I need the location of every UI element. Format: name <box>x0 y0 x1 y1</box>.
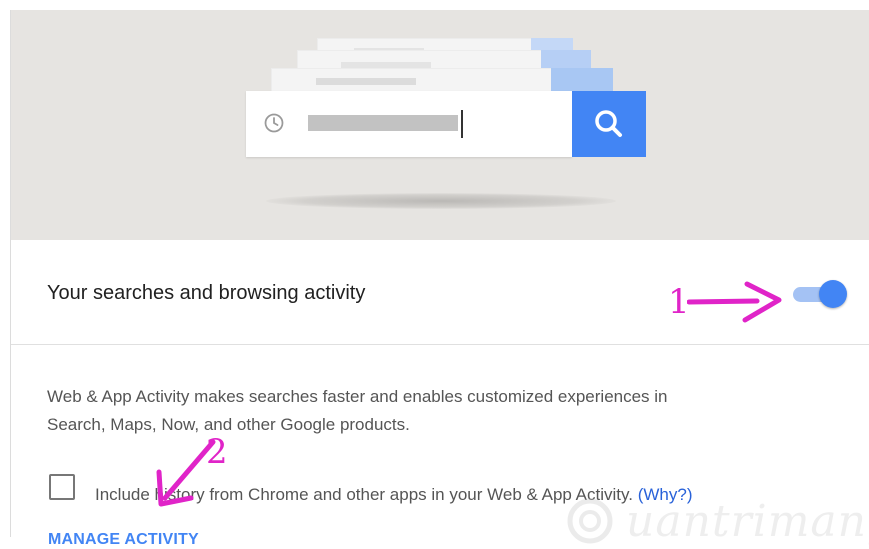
watermark-text: uantrimang <box>626 496 869 547</box>
activity-toggle[interactable] <box>789 280 847 308</box>
illustration-shadow <box>266 193 616 209</box>
watermark-logo: uantrimang <box>564 496 869 547</box>
query-placeholder-bar <box>308 115 458 131</box>
manage-activity-link[interactable]: MANAGE ACTIVITY <box>48 531 199 549</box>
annotation-arrow-right-icon <box>687 281 782 323</box>
ghost-search-button <box>541 50 591 68</box>
clock-icon <box>264 113 284 133</box>
include-chrome-history-checkbox[interactable] <box>49 474 75 500</box>
annotation-arrow-down-left-icon <box>156 439 216 507</box>
activity-row-label: Your searches and browsing activity <box>47 282 366 304</box>
toggle-knob <box>819 280 847 308</box>
search-button-illustration <box>572 91 646 157</box>
ghost-search-button <box>551 68 613 92</box>
text-caret <box>461 110 463 138</box>
hero-illustration <box>11 10 869 240</box>
settings-card: Your searches and browsing activity 1 We… <box>10 10 869 548</box>
watermark-bubble-icon <box>567 498 613 544</box>
activity-description: Web & App Activity makes searches faster… <box>47 387 668 434</box>
search-icon <box>595 110 622 137</box>
search-bar-illustration <box>246 91 572 157</box>
ghost-query-line <box>316 78 416 85</box>
